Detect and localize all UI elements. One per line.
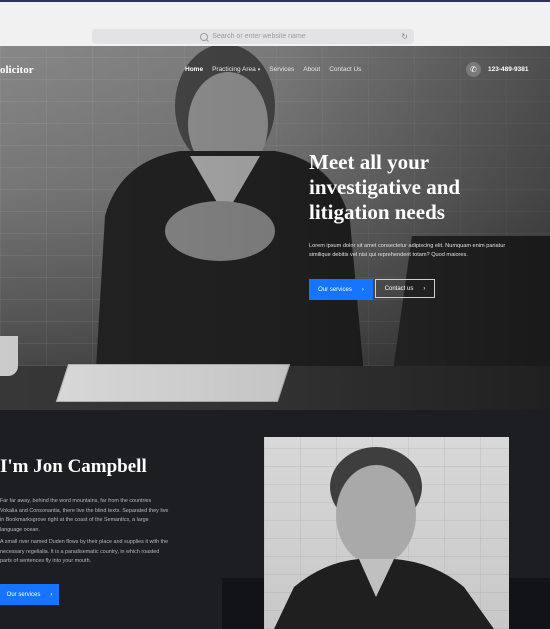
phone-icon[interactable]: ✆ xyxy=(466,62,481,77)
main-nav: Home Practicing Area ▾ Services About Con… xyxy=(185,66,361,73)
hero-overlay xyxy=(0,46,550,410)
search-icon xyxy=(200,32,209,41)
nav-item-services[interactable]: Services xyxy=(269,66,294,73)
contact-us-button[interactable]: Contact us › xyxy=(375,279,435,298)
about-paragraph-1: Far far away, behind the word mountains,… xyxy=(0,498,169,533)
phone-number[interactable]: 123-489-9381 xyxy=(488,66,528,73)
nav-item-practicing-area[interactable]: Practicing Area ▾ xyxy=(212,66,260,73)
about-portrait-photo xyxy=(264,437,509,629)
nav-item-label: Practicing Area xyxy=(212,66,256,73)
our-services-button-about[interactable]: Our services › xyxy=(0,584,59,605)
about-title: I'm Jon Campbell xyxy=(0,456,147,477)
hero-section xyxy=(0,46,550,410)
site-logo[interactable]: olicitor xyxy=(0,64,34,76)
address-bar[interactable]: Search or enter website name ↻ xyxy=(92,29,414,44)
address-placeholder: Search or enter website name xyxy=(212,33,306,40)
our-services-button[interactable]: Our services › xyxy=(309,279,373,300)
chevron-right-icon: › xyxy=(361,286,364,293)
nav-item-home[interactable]: Home xyxy=(185,66,203,73)
button-label: Contact us xyxy=(384,285,414,292)
nav-item-contact[interactable]: Contact Us xyxy=(329,66,361,73)
chevron-right-icon: › xyxy=(423,285,426,292)
hero-description: Lorem ipsum dolor sit amet consectetur a… xyxy=(309,243,506,258)
browser-toolbar: Search or enter website name ↻ xyxy=(0,2,550,47)
chevron-right-icon: › xyxy=(50,591,53,598)
button-label: Our services xyxy=(318,286,352,293)
chevron-down-icon: ▾ xyxy=(257,67,261,73)
reload-icon[interactable]: ↻ xyxy=(401,32,408,41)
about-paragraph-2: A small river named Duden flows by their… xyxy=(0,539,169,564)
hero-title: Meet all your investigative and litigati… xyxy=(309,150,461,224)
nav-item-about[interactable]: About xyxy=(303,66,320,73)
button-label: Our services xyxy=(6,591,41,598)
portrait-figure xyxy=(274,447,494,629)
